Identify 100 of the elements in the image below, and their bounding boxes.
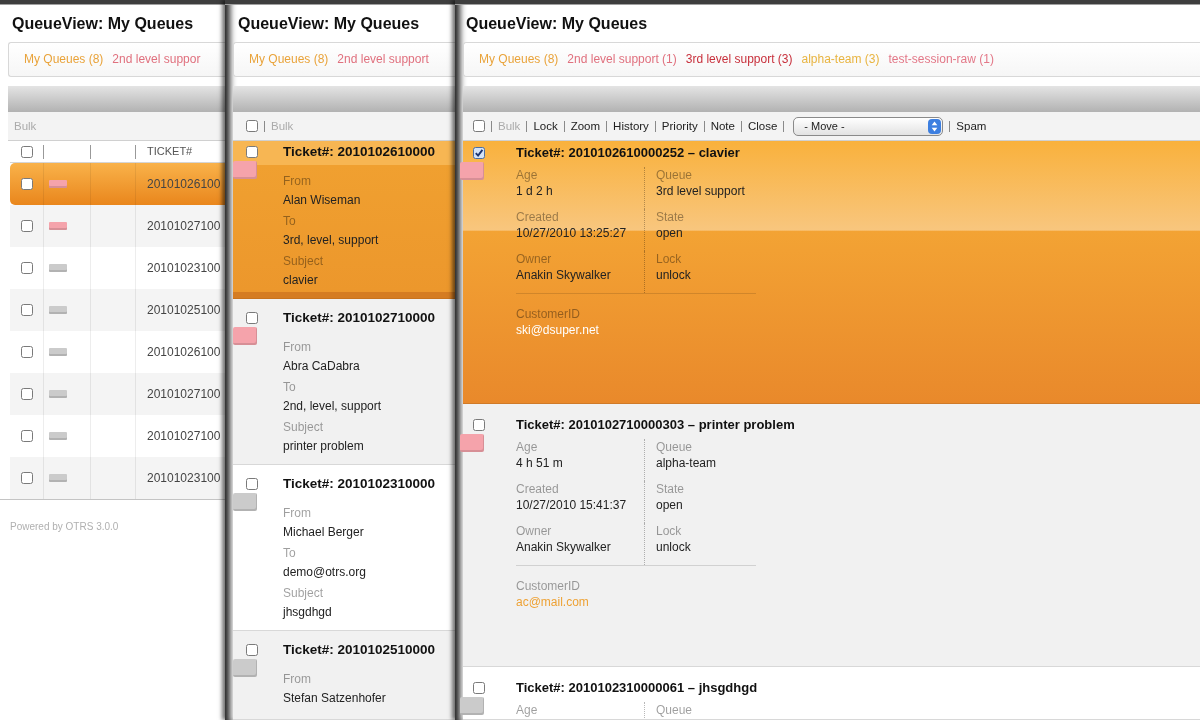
action-link[interactable]: Spam — [956, 119, 987, 133]
field-value: demo@otrs.org — [283, 564, 366, 581]
field-label: To — [283, 545, 296, 562]
select-all-checkbox[interactable] — [20, 145, 33, 158]
ticket-card[interactable]: Ticket#: 2010102510000 From Stefan Satzenhofer — [233, 631, 455, 720]
ticket-number: 20101026100 — [147, 345, 221, 359]
queue-link[interactable]: 3rd level support (3) — [685, 52, 793, 67]
ticket-title: Ticket#: 2010102610000252 – clavier — [516, 144, 740, 162]
field-value: 4 h 51 m — [516, 455, 563, 472]
field-value: open — [656, 497, 683, 514]
field-value: Anakin Skywalker — [516, 539, 611, 556]
select-all-checkbox[interactable] — [246, 120, 258, 132]
ticket-checkbox[interactable] — [473, 682, 485, 694]
ticket-checkbox[interactable] — [473, 147, 485, 159]
field-label: Subject — [283, 419, 324, 436]
field-value: alpha-team — [656, 455, 717, 472]
field-label: Queue — [656, 439, 693, 455]
ticket-checkbox[interactable] — [246, 146, 258, 158]
action-link[interactable]: Zoom — [570, 119, 601, 133]
field-label: Age — [516, 167, 538, 183]
field-label: To — [283, 379, 296, 396]
ticket-checkbox[interactable] — [473, 419, 485, 431]
ticket-checkbox[interactable] — [246, 312, 258, 324]
field-value: 10/27/2010 13:25:27 — [516, 225, 627, 242]
field-label: Lock — [656, 523, 682, 539]
ticket-checkbox[interactable] — [246, 644, 258, 656]
select-all-checkbox[interactable] — [473, 120, 485, 132]
field-value: Stefan Satzenhofer — [283, 690, 386, 707]
field-value: open — [656, 225, 683, 242]
column-header[interactable]: TICKET# — [147, 145, 193, 158]
ticket-title: Ticket#: 2010102610000 — [283, 143, 436, 161]
field-label: CustomerID — [516, 578, 580, 594]
action-link[interactable]: Priority — [661, 119, 698, 133]
field-value: clavier — [283, 272, 318, 289]
row-checkbox[interactable] — [20, 346, 33, 358]
field-value: unlock — [656, 539, 691, 556]
ticket-number: 20101023100 — [147, 471, 221, 485]
field-value: 3rd, level, support — [283, 232, 379, 249]
ticket-number: 20101023100 — [147, 261, 221, 275]
row-checkbox[interactable] — [20, 430, 33, 442]
stepper-icon — [928, 118, 942, 134]
ticket-title: Ticket#: 2010102310000061 – jhsgdhgd — [516, 679, 758, 697]
field-value: unlock — [656, 267, 691, 284]
field-value: 1 d 2 h — [516, 183, 553, 200]
row-checkbox[interactable] — [20, 220, 33, 232]
field-label: Subject — [283, 585, 324, 602]
ticket-checkbox[interactable] — [246, 478, 258, 490]
action-link[interactable]: Lock — [533, 119, 558, 133]
row-checkbox[interactable] — [20, 262, 33, 274]
footer-text: Powered by OTRS 3.0.0 — [10, 521, 119, 533]
row-checkbox[interactable] — [20, 178, 33, 190]
ticket-title: Ticket#: 2010102510000 — [283, 641, 436, 659]
field-value: 10/27/2010 15:41:37 — [516, 497, 627, 514]
field-value: Alan Wiseman — [283, 192, 361, 209]
field-label: Created — [516, 209, 559, 225]
field-label: Age — [516, 439, 538, 455]
action-link[interactable]: Note — [710, 119, 735, 133]
action-link[interactable]: Close — [747, 119, 778, 133]
ticket-card[interactable]: Ticket#: 2010102710000303 – printer problem Age 4 h 51 m Queue alpha-team Created 10/27/2010 15:41:37 State open Owner Anakin Skywalker Lock unlock CustomerID ac@mail.com — [463, 404, 1200, 667]
row-checkbox[interactable] — [20, 472, 33, 484]
ticket-number: 20101025100 — [147, 303, 221, 317]
ticket-row[interactable]: 20101027100 — [10, 205, 225, 247]
field-value: Abra CaDabra — [283, 358, 360, 375]
ticket-title: Ticket#: 2010102710000 — [283, 309, 436, 327]
action-link[interactable]: History — [613, 119, 649, 133]
field-label: From — [283, 339, 311, 356]
field-label: Queue — [656, 167, 693, 183]
ticket-card[interactable]: Ticket#: 2010102710000 From Abra CaDabra To 2nd, level, support Subject printer problem — [233, 299, 455, 465]
ticket-number: 20101027100 — [147, 219, 221, 233]
ticket-number: 20101027100 — [147, 429, 221, 443]
field-label: State — [656, 481, 685, 497]
field-label: Queue — [656, 702, 693, 718]
ticket-card[interactable]: Ticket#: 2010102310000061 – jhsgdhgd Age Queue — [463, 667, 1200, 720]
field-value: printer problem — [283, 438, 364, 455]
ticket-card[interactable]: Ticket#: 2010102310000 From Michael Berger To demo@otrs.org Subject jhsgdhgd — [233, 465, 455, 631]
ticket-card[interactable]: Ticket#: 2010102610000252 – clavier Age 1 d 2 h Queue 3rd level support Created 10/27/2010 13:25:27 State open Owner Anakin Skywalker Lock unlock CustomerID ski@dsuper.net — [463, 141, 1200, 404]
ticket-title: Ticket#: 2010102310000 — [283, 475, 436, 493]
field-label: Age — [516, 702, 538, 718]
ticket-row[interactable]: 20101027100 — [10, 373, 225, 415]
ticket-number: 20101026100 — [147, 177, 221, 191]
field-value: 2nd, level, support — [283, 398, 382, 415]
ticket-row[interactable]: 20101026100 — [10, 163, 225, 205]
page-title: QueueView: My Queues — [238, 14, 420, 34]
ticket-row[interactable]: 20101023100 — [10, 457, 225, 499]
field-label: Owner — [516, 251, 552, 267]
move-select[interactable]: - Move - — [793, 116, 944, 136]
field-label: CustomerID — [516, 306, 580, 322]
field-value: Anakin Skywalker — [516, 267, 611, 284]
field-label: To — [283, 213, 296, 230]
field-label: Lock — [656, 251, 682, 267]
field-label: Subject — [283, 253, 324, 270]
page-title: QueueView: My Queues — [12, 14, 194, 34]
row-checkbox[interactable] — [20, 388, 33, 400]
row-checkbox[interactable] — [20, 304, 33, 316]
field-value: jhsgdhgd — [283, 604, 332, 621]
field-label: State — [656, 209, 685, 225]
ticket-row[interactable]: 20101025100 — [10, 289, 225, 331]
ticket-card[interactable]: Ticket#: 2010102610000 From Alan Wiseman To 3rd, level, support Subject clavier — [233, 141, 455, 299]
page-title: QueueView: My Queues — [466, 14, 648, 34]
field-label: From — [283, 671, 311, 688]
